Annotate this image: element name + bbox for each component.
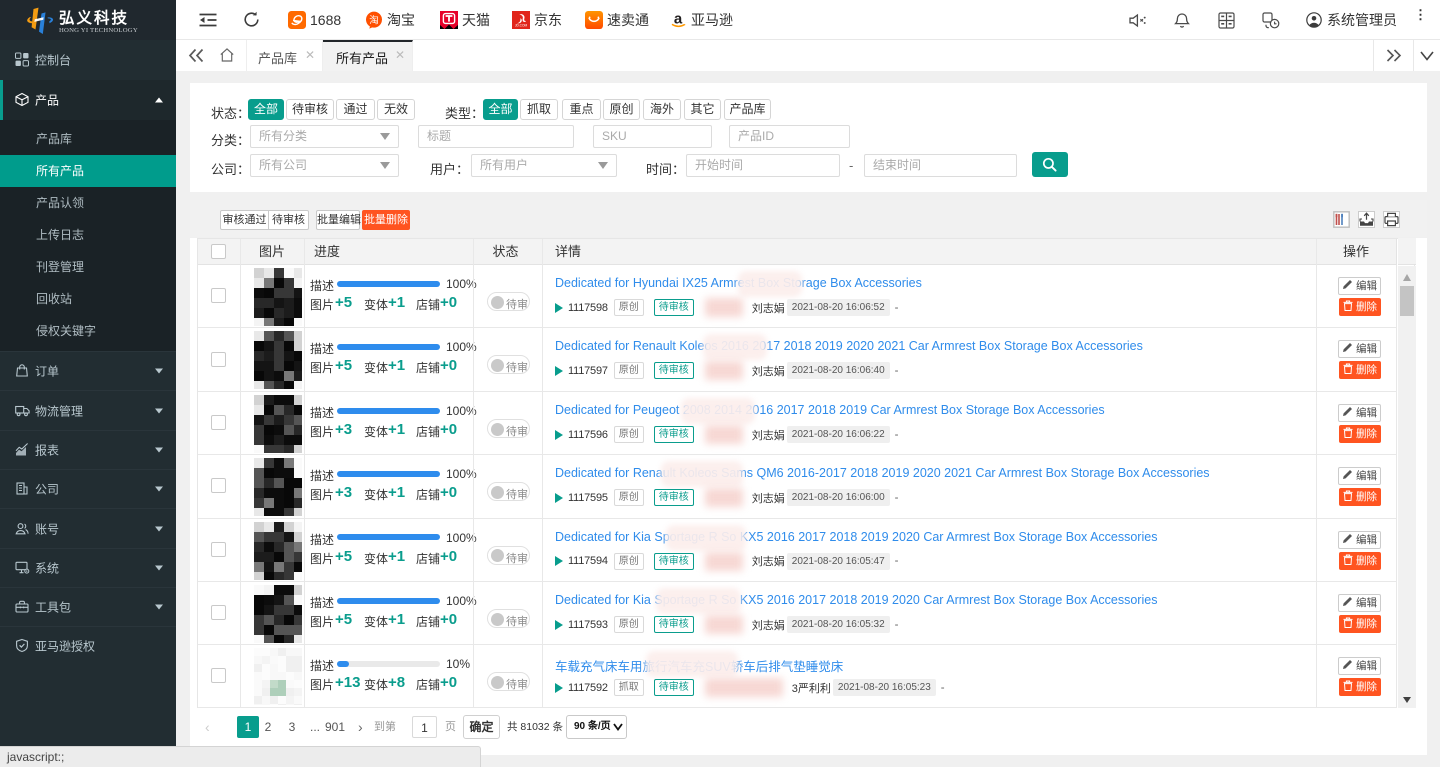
svg-text:淘: 淘	[369, 14, 379, 26]
svg-text:a: a	[674, 11, 683, 28]
svg-text:JD.COM: JD.COM	[515, 23, 528, 27]
